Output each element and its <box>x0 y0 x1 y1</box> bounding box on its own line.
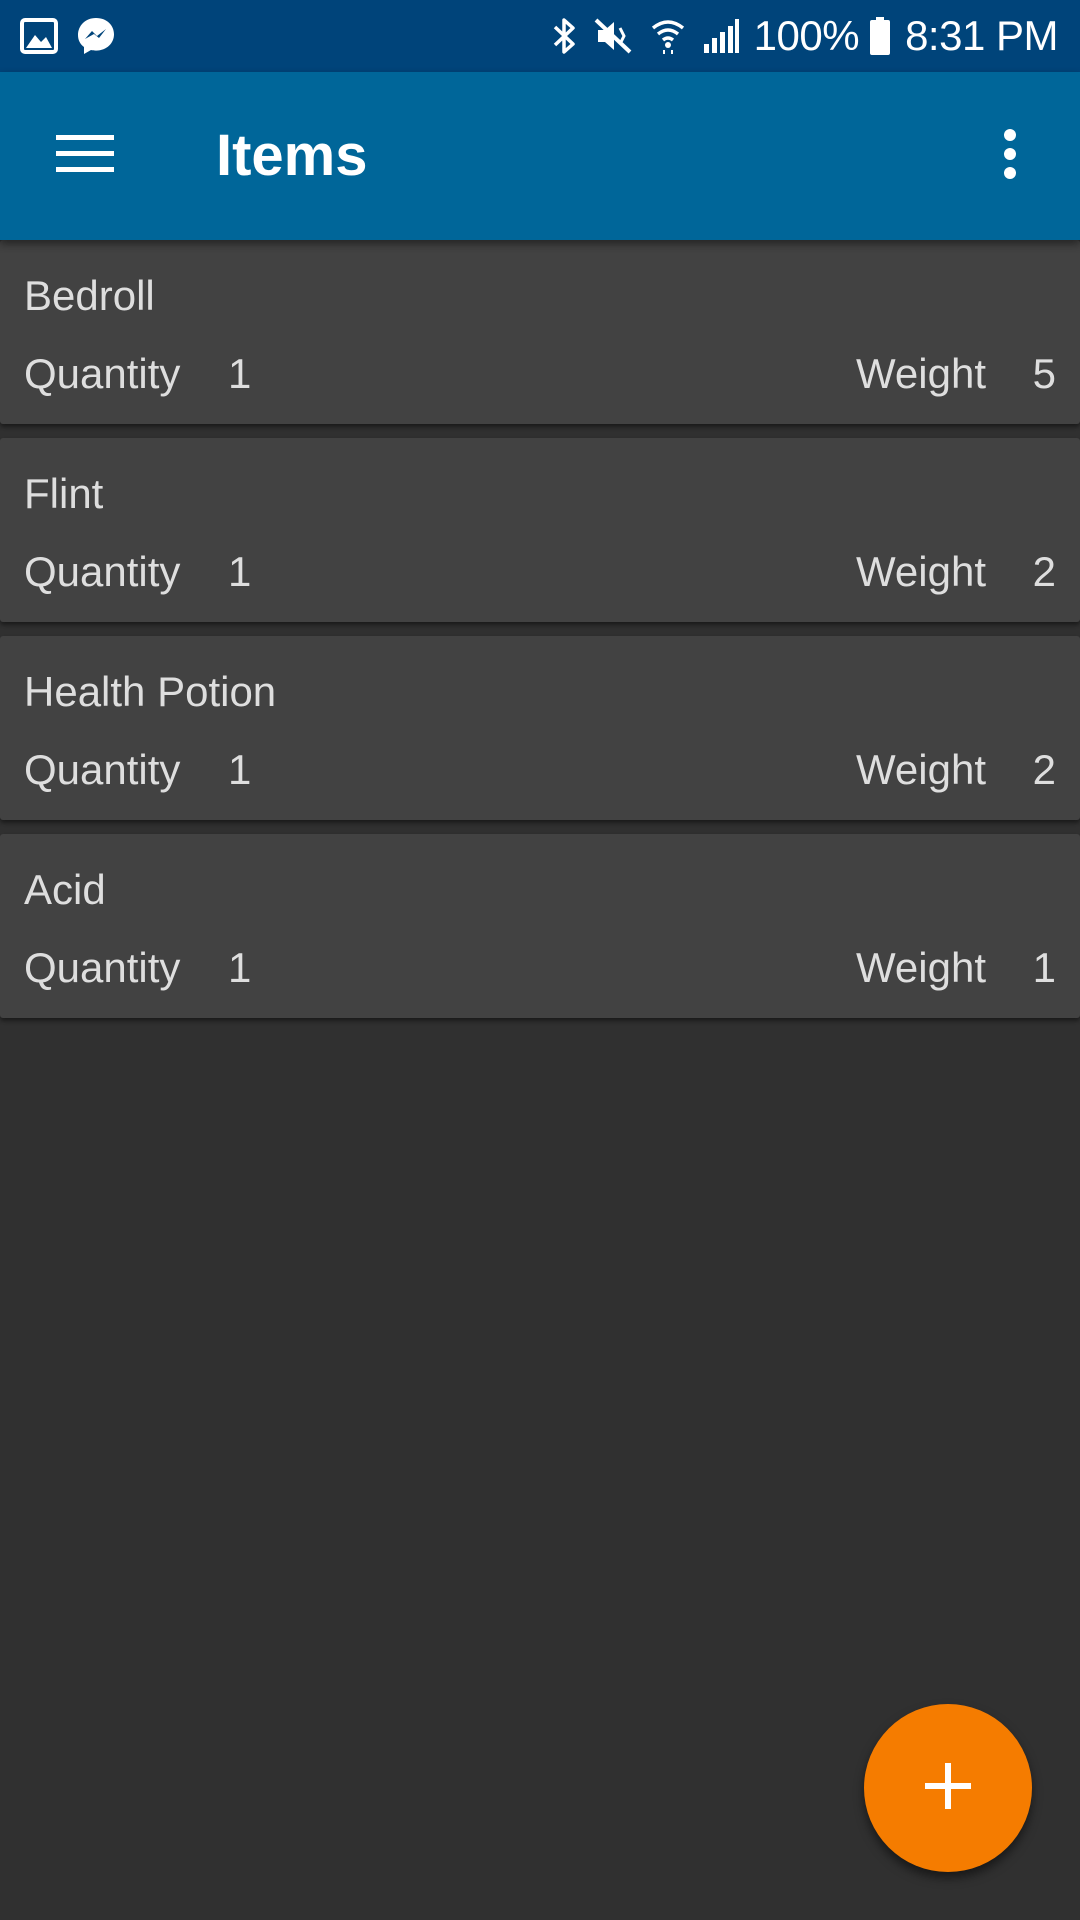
wifi-icon <box>650 16 686 56</box>
weight-value: 2 <box>1032 548 1056 595</box>
item-name: Acid <box>24 866 106 913</box>
weight-label: Weight <box>856 350 986 397</box>
quantity-label: Quantity <box>24 548 181 595</box>
quantity-label: Quantity <box>24 350 181 397</box>
battery-percent: 100% <box>753 12 860 59</box>
image-icon <box>20 18 58 54</box>
mute-icon <box>594 16 634 56</box>
item-card[interactable]: Health Potion Quantity 1 Weight 2 <box>0 636 1080 820</box>
weight-value: 2 <box>1032 746 1056 793</box>
bluetooth-icon <box>552 16 578 56</box>
item-name: Health Potion <box>24 668 277 715</box>
overflow-menu-button[interactable] <box>970 116 1050 196</box>
quantity-label: Quantity <box>24 746 181 793</box>
weight-label: Weight <box>856 944 986 991</box>
weight-value: 5 <box>1032 350 1056 397</box>
status-bar: 100% 8:31 PM <box>0 0 1080 72</box>
weight-label: Weight <box>856 548 986 595</box>
item-card[interactable]: Flint Quantity 1 Weight 2 <box>0 438 1080 622</box>
weight-value: 1 <box>1032 944 1056 991</box>
status-bar-left <box>20 16 134 56</box>
weight-label: Weight <box>856 746 986 793</box>
battery-icon <box>869 16 891 56</box>
app-bar: Items <box>0 72 1080 240</box>
item-name: Flint <box>24 470 104 517</box>
quantity-value: 1 <box>228 746 252 793</box>
quantity-value: 1 <box>228 548 252 595</box>
quantity-value: 1 <box>228 944 252 991</box>
item-name: Bedroll <box>24 272 155 319</box>
menu-button[interactable] <box>40 116 130 196</box>
more-vert-icon <box>1002 128 1018 184</box>
clock: 8:31 PM <box>905 12 1058 59</box>
messenger-icon <box>76 16 116 56</box>
add-icon <box>925 1762 971 1814</box>
item-card[interactable]: Bedroll Quantity 1 Weight 5 <box>0 240 1080 424</box>
quantity-label: Quantity <box>24 944 181 991</box>
signal-icon <box>702 18 740 54</box>
status-bar-right: 100% 8:31 PM <box>536 12 1058 60</box>
quantity-value: 1 <box>228 350 252 397</box>
item-list: Bedroll Quantity 1 Weight 5 Flint Quanti… <box>0 240 1080 1032</box>
add-item-button[interactable] <box>864 1704 1032 1872</box>
page-title: Items <box>216 123 368 188</box>
hamburger-menu-icon <box>56 133 114 180</box>
item-card[interactable]: Acid Quantity 1 Weight 1 <box>0 834 1080 1018</box>
